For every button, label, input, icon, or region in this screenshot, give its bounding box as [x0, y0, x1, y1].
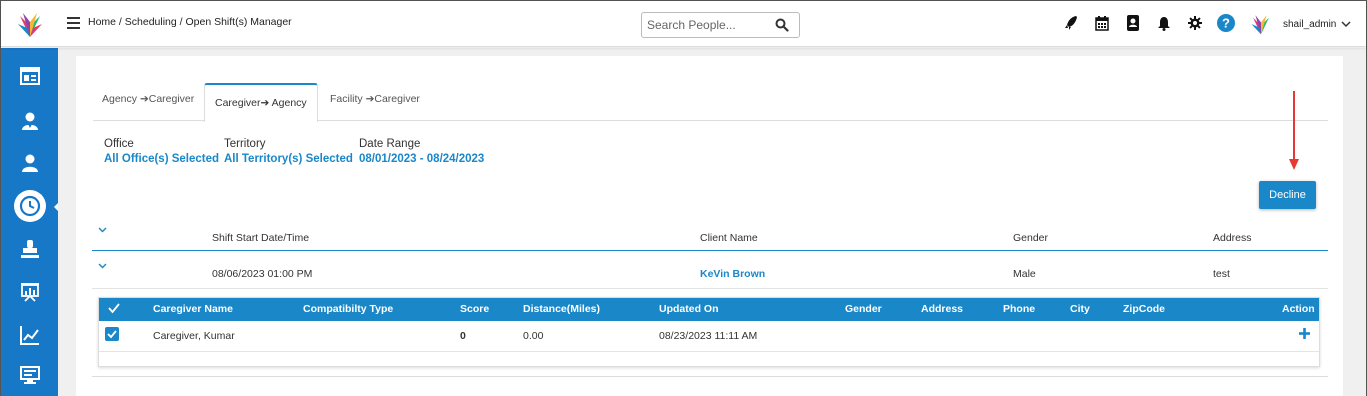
- monitor-icon: [19, 366, 40, 384]
- date-range-filter: Date Range 08/01/2023 - 08/24/2023: [359, 138, 484, 165]
- date-range-label: Date Range: [359, 138, 421, 150]
- cell-gender: Male: [1013, 268, 1036, 280]
- subtable-header: Caregiver Name Compatibilty Type Score D…: [99, 298, 1319, 321]
- gear-icon[interactable]: [1185, 13, 1205, 33]
- breadcrumb: Home / Scheduling / Open Shift(s) Manage…: [88, 16, 292, 28]
- row-expand-chevron-icon[interactable]: [98, 263, 107, 269]
- cell-shift-start: 08/06/2023 01:00 PM: [212, 268, 313, 280]
- cell-caregiver-name[interactable]: Caregiver, Kumar: [153, 330, 235, 342]
- cell-updated-on: 08/23/2023 11:11 AM: [659, 330, 758, 342]
- bottom-divider: [92, 376, 1328, 377]
- sidebar-item-presentation[interactable]: [1, 272, 58, 312]
- username: shail_admin: [1283, 18, 1337, 30]
- svg-text:?: ?: [1222, 16, 1230, 31]
- client-icon: [21, 154, 38, 172]
- help-icon[interactable]: ?: [1216, 13, 1236, 33]
- caregiver-subtable: Caregiver Name Compatibilty Type Score D…: [98, 297, 1320, 367]
- cell-address: test: [1213, 268, 1230, 280]
- territory-filter: Territory All Territory(s) Selected: [224, 138, 353, 165]
- dashboard-icon: [19, 67, 40, 85]
- chart-icon: [19, 326, 39, 345]
- subheader-distance: Distance(Miles): [523, 303, 601, 315]
- add-plus-icon[interactable]: [1299, 328, 1310, 339]
- territory-label: Territory: [224, 138, 266, 150]
- tab-bar: Agency ➔Caregiver Caregiver➔ Agency Faci…: [93, 83, 1328, 122]
- annotation-arrow-icon: [1289, 91, 1299, 170]
- row-divider: [92, 288, 1328, 289]
- clock-icon: [19, 195, 40, 217]
- cell-client-name[interactable]: KeVin Brown: [700, 268, 765, 280]
- top-bar: Home / Scheduling / Open Shift(s) Manage…: [1, 1, 1366, 47]
- sidebar-item-stamp[interactable]: [1, 229, 58, 269]
- date-range-value[interactable]: 08/01/2023 - 08/24/2023: [359, 153, 484, 165]
- header-shift-start: Shift Start Date/Time: [212, 232, 310, 244]
- sidebar-item-caregiver[interactable]: [1, 101, 58, 141]
- calendar-icon[interactable]: [1092, 13, 1112, 33]
- collapse-all-chevron-icon[interactable]: [98, 227, 107, 233]
- subheader-zipcode: ZipCode: [1123, 303, 1165, 315]
- office-label: Office: [104, 138, 134, 150]
- territory-value[interactable]: All Territory(s) Selected: [224, 153, 353, 165]
- office-filter: Office All Office(s) Selected: [104, 138, 219, 165]
- header-gender: Gender: [1013, 232, 1049, 244]
- sidebar-item-scheduling[interactable]: [1, 186, 58, 226]
- avatar: [1251, 15, 1269, 35]
- decline-button[interactable]: Decline: [1259, 181, 1316, 209]
- office-value[interactable]: All Office(s) Selected: [104, 153, 219, 165]
- subheader-score: Score: [460, 303, 490, 315]
- header-address: Address: [1213, 232, 1252, 244]
- cell-score[interactable]: 0: [460, 330, 466, 342]
- sidebar-item-client[interactable]: [1, 143, 58, 183]
- app-logo[interactable]: [15, 10, 45, 38]
- header-client-name: Client Name: [700, 232, 758, 244]
- search-box: [641, 12, 800, 38]
- caregiver-icon: [21, 112, 38, 130]
- search-icon[interactable]: [775, 18, 789, 32]
- user-menu[interactable]: shail_admin: [1249, 12, 1351, 36]
- subheader-action: Action: [1282, 303, 1315, 315]
- subheader-gender: Gender: [845, 303, 882, 315]
- sidebar: [1, 48, 59, 396]
- tab-facility-caregiver[interactable]: Facility ➔Caregiver: [330, 93, 420, 105]
- sidebar-item-monitor[interactable]: [1, 355, 58, 395]
- subheader-updated-on: Updated On: [659, 303, 719, 315]
- presentation-icon: [20, 283, 39, 302]
- rocket-icon[interactable]: [1061, 13, 1081, 33]
- select-all-check-icon[interactable]: [108, 303, 120, 314]
- menu-toggle-icon[interactable]: [67, 17, 80, 29]
- tab-agency-caregiver[interactable]: Agency ➔Caregiver: [102, 93, 194, 105]
- header-divider: [92, 250, 1328, 251]
- search-input[interactable]: [647, 14, 772, 36]
- open-shift-card: Agency ➔Caregiver Caregiver➔ Agency Faci…: [76, 56, 1343, 396]
- subheader-phone: Phone: [1003, 303, 1036, 315]
- subheader-city: City: [1070, 303, 1090, 315]
- stamp-icon: [20, 240, 39, 258]
- chevron-down-icon[interactable]: [1341, 20, 1351, 28]
- subheader-address: Address: [921, 303, 964, 315]
- sidebar-item-dashboard[interactable]: [1, 56, 58, 96]
- subheader-caregiver-name: Caregiver Name: [153, 303, 233, 315]
- tab-caregiver-agency[interactable]: Caregiver➔ Agency: [204, 83, 318, 122]
- bell-icon[interactable]: [1154, 13, 1174, 33]
- subheader-compatibility: Compatibilty Type: [303, 303, 394, 315]
- cell-distance: 0.00: [523, 330, 544, 342]
- row-checkbox[interactable]: [105, 327, 119, 341]
- main-content: Agency ➔Caregiver Caregiver➔ Agency Faci…: [58, 48, 1366, 396]
- sidebar-item-reports[interactable]: [1, 315, 58, 355]
- contacts-icon[interactable]: [1123, 13, 1143, 33]
- subtable-row-divider: [99, 351, 1319, 352]
